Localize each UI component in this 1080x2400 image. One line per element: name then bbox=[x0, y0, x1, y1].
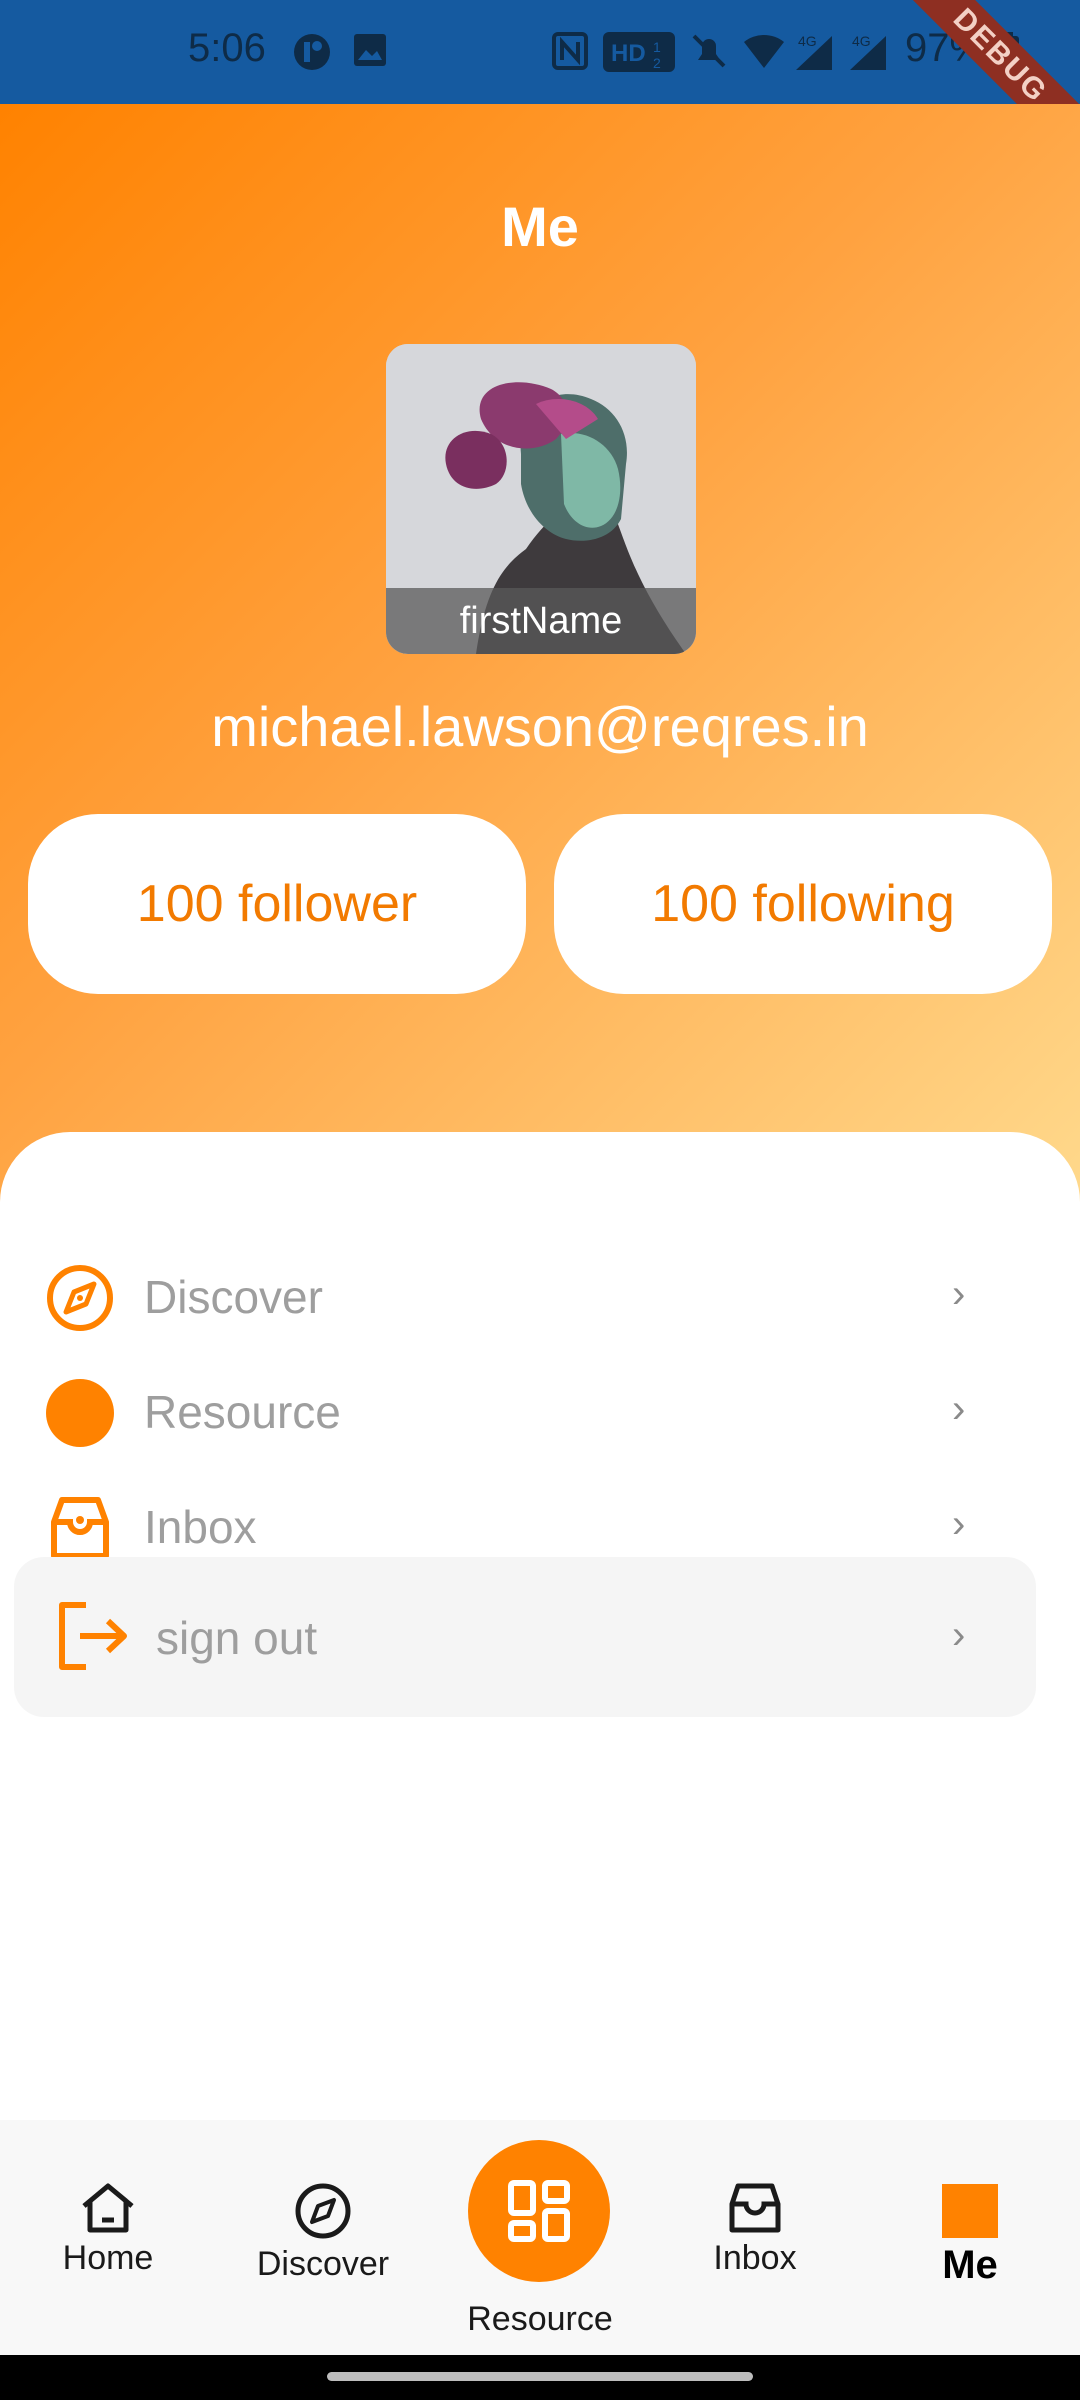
user-email: michael.lawson@reqres.in bbox=[211, 695, 869, 758]
page-title: Me bbox=[501, 195, 579, 258]
grid-icon bbox=[508, 2180, 570, 2242]
nfc-icon bbox=[552, 32, 588, 70]
chevron-right-icon: › bbox=[952, 1613, 966, 1657]
chevron-right-icon: › bbox=[952, 1502, 966, 1546]
mute-icon bbox=[692, 34, 726, 68]
image-icon bbox=[354, 34, 386, 66]
home-icon bbox=[82, 2183, 134, 2233]
nav-me[interactable]: Me bbox=[900, 2184, 1040, 2288]
sign-out-button[interactable]: sign out › bbox=[14, 1557, 1036, 1717]
compass-icon bbox=[295, 2183, 351, 2239]
chevron-right-icon: › bbox=[952, 1387, 966, 1431]
signal-4g-icon: 4G bbox=[850, 33, 886, 70]
menu-label: Discover bbox=[144, 1271, 323, 1323]
menu-item-resource[interactable]: Resource › bbox=[0, 1357, 1080, 1467]
menu-label: Resource bbox=[144, 1386, 341, 1438]
avatar-caption: firstName bbox=[386, 588, 696, 654]
nav-home[interactable]: Home bbox=[38, 2182, 178, 2278]
nav-label: Resource bbox=[467, 2300, 613, 2338]
hd-icon: HD 12 bbox=[603, 32, 675, 72]
menu-label: Inbox bbox=[144, 1501, 257, 1553]
compass-icon bbox=[47, 1265, 113, 1331]
circle-icon bbox=[46, 1379, 114, 1447]
nav-resource-button[interactable] bbox=[468, 2140, 610, 2282]
home-handle[interactable] bbox=[327, 2372, 753, 2381]
system-nav-bar bbox=[0, 2355, 1080, 2400]
profile-header: Me firstName michael.lawson@reqres.in 10… bbox=[0, 104, 1080, 1204]
menu-item-discover[interactable]: Discover › bbox=[0, 1242, 1080, 1352]
status-time: 5:06 bbox=[188, 26, 266, 70]
bottom-nav: Home Discover Resource Inbox Me bbox=[0, 2120, 1080, 2355]
svg-text:4G: 4G bbox=[852, 33, 871, 49]
nav-discover[interactable]: Discover bbox=[248, 2182, 398, 2284]
svg-text:2: 2 bbox=[653, 55, 661, 71]
nav-resource[interactable]: Resource bbox=[440, 2300, 640, 2339]
logout-icon bbox=[59, 1602, 127, 1670]
inbox-icon bbox=[729, 2183, 781, 2233]
nav-inbox[interactable]: Inbox bbox=[685, 2182, 825, 2278]
sign-out-label: sign out bbox=[156, 1612, 318, 1664]
status-bar: 5:06 HD 1 2 4G 4G 97% DEBUG bbox=[0, 0, 1080, 178]
nav-label: Me bbox=[942, 2243, 998, 2287]
nav-label: Inbox bbox=[713, 2239, 797, 2277]
svg-text:HD: HD bbox=[611, 40, 646, 67]
chevron-right-icon: › bbox=[952, 1272, 966, 1316]
menu-panel: Discover › Resource › Inbox › sign out › bbox=[0, 1132, 1080, 2120]
svg-text:1: 1 bbox=[653, 39, 661, 55]
following-button[interactable]: 100 following bbox=[554, 814, 1052, 994]
nav-label: Discover bbox=[256, 2245, 390, 2283]
follower-button[interactable]: 100 follower bbox=[28, 814, 526, 994]
inbox-icon bbox=[51, 1497, 109, 1559]
wifi-icon bbox=[744, 34, 784, 68]
svg-text:4G: 4G bbox=[798, 33, 817, 49]
signal-4g-icon: 4G bbox=[796, 33, 832, 70]
notification-icon bbox=[294, 34, 330, 70]
nav-label: Home bbox=[62, 2239, 154, 2277]
square-icon bbox=[942, 2184, 998, 2238]
avatar[interactable]: firstName bbox=[386, 344, 696, 654]
